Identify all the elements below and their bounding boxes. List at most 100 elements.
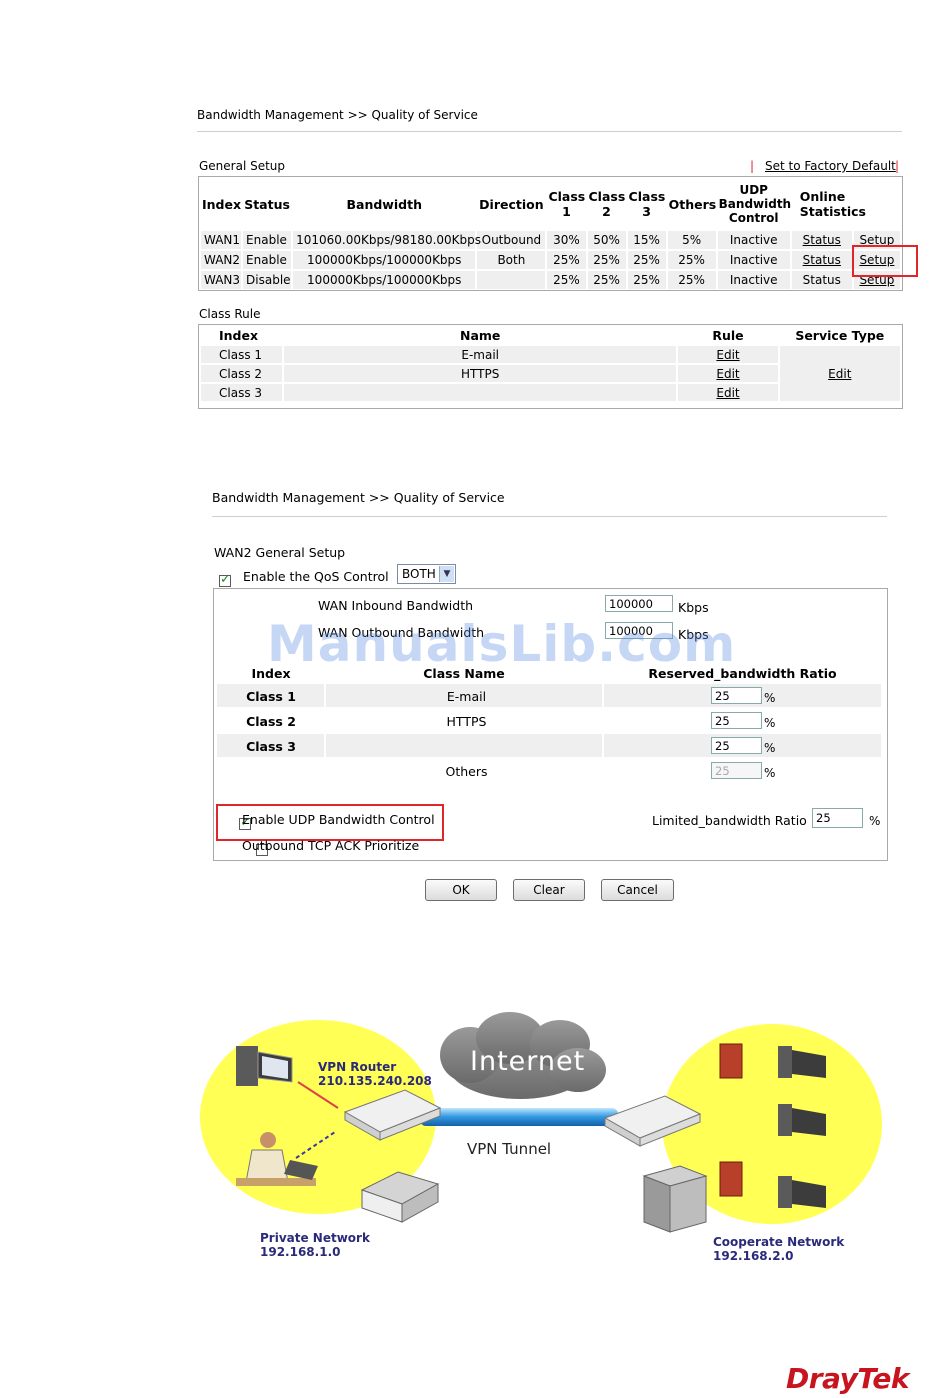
row-class2: 25% xyxy=(593,253,620,267)
class-name: HTTPS xyxy=(446,714,487,729)
factory-default-link[interactable]: Set to Factory Default xyxy=(765,159,896,173)
cooperate-network-label: Cooperate Network xyxy=(713,1235,845,1249)
col-index: Index xyxy=(202,196,242,212)
separator: | xyxy=(895,159,900,173)
row-class3: 15% xyxy=(633,233,660,247)
server-icon xyxy=(719,1161,743,1197)
col-name: Name xyxy=(459,328,501,343)
table-row: WAN1 Enable 101060.00Kbps/98180.00Kbps O… xyxy=(201,231,900,249)
limited-ratio-input[interactable] xyxy=(812,808,863,828)
class-name xyxy=(284,384,677,401)
row-class1: 25% xyxy=(553,273,580,287)
class-row-bg xyxy=(326,734,602,757)
watermark: ManualsLib.com xyxy=(267,615,737,673)
separator: | xyxy=(750,159,755,173)
percent-sign: % xyxy=(869,814,881,828)
col-class2: Class 2 xyxy=(588,189,626,219)
percent-sign: % xyxy=(764,691,776,705)
class-ratio-input[interactable] xyxy=(711,687,762,704)
class-rule-table: Index Name Rule Service Type Class 1 E-m… xyxy=(198,324,903,409)
col-online-statistics: Online Statistics xyxy=(799,189,866,219)
table-header-row: Index Status Bandwidth Direction Class 1… xyxy=(201,179,900,229)
breadcrumb: Bandwidth Management >> Quality of Servi… xyxy=(212,490,505,505)
highlight-box xyxy=(852,245,918,277)
table-row: WAN2 Enable 100000Kbps/100000Kbps Both 2… xyxy=(201,251,900,269)
percent-sign: % xyxy=(764,766,776,780)
general-setup-title: General Setup xyxy=(199,159,286,173)
row-class3: 25% xyxy=(633,273,660,287)
cancel-button[interactable]: Cancel xyxy=(601,879,674,901)
vpn-tunnel-label: VPN Tunnel xyxy=(467,1140,552,1158)
rule-edit-link[interactable]: Edit xyxy=(678,384,777,401)
col-class1: Class 1 xyxy=(548,189,586,219)
col-index: Index xyxy=(219,328,259,343)
row-bandwidth: 100000Kbps/100000Kbps xyxy=(307,273,462,287)
class-index: Class 1 xyxy=(219,347,263,362)
class-ratio-input[interactable] xyxy=(711,737,762,754)
class-index: Class 3 xyxy=(219,385,263,400)
service-type-cell: Edit xyxy=(779,346,900,401)
rule-edit-link[interactable]: Edit xyxy=(678,365,777,382)
chevron-down-icon: ▼ xyxy=(439,566,454,582)
class-name: HTTPS xyxy=(461,366,500,381)
clear-button[interactable]: Clear xyxy=(513,879,585,901)
server-icon xyxy=(719,1043,743,1079)
row-others: 25% xyxy=(678,273,705,287)
direction-select[interactable]: BOTH ▼ xyxy=(397,564,456,584)
others-ratio-input xyxy=(711,762,762,779)
table-header-row: Index Name Rule Service Type xyxy=(201,327,900,344)
status-link[interactable]: Status xyxy=(792,251,852,269)
row-others: 5% xyxy=(682,233,702,247)
server-rack-icon xyxy=(642,1165,708,1233)
status-link[interactable]: Status xyxy=(792,231,852,249)
row-class2: 50% xyxy=(593,233,620,247)
enable-qos-checkbox[interactable] xyxy=(219,572,231,587)
inbound-unit: Kbps xyxy=(678,600,709,615)
col-others: Others xyxy=(668,196,717,212)
row-index: WAN3 xyxy=(204,273,241,287)
row-index: WAN1 xyxy=(204,233,241,247)
row-udp: Inactive xyxy=(729,273,778,287)
row-status: Enable xyxy=(246,233,287,247)
row-index: WAN2 xyxy=(204,253,241,267)
row-direction xyxy=(477,271,545,289)
row-class2: 25% xyxy=(593,273,620,287)
class-ratio-input[interactable] xyxy=(711,712,762,729)
direction-select-value: BOTH xyxy=(402,567,436,581)
highlight-box xyxy=(216,804,444,841)
wan2-setup-title: WAN2 General Setup xyxy=(214,545,346,560)
service-type-edit-link[interactable]: Edit xyxy=(828,367,851,381)
inbound-bandwidth-input[interactable] xyxy=(605,595,673,612)
class-index: Class 2 xyxy=(246,714,296,729)
row-status: Enable xyxy=(246,253,287,267)
row-direction: Outbound xyxy=(481,233,542,247)
inbound-label: WAN Inbound Bandwidth xyxy=(318,598,474,613)
limited-ratio-label: Limited_bandwidth Ratio xyxy=(652,813,807,828)
breadcrumb: Bandwidth Management >> Quality of Servi… xyxy=(197,108,478,122)
rule-edit-link[interactable]: Edit xyxy=(678,346,777,363)
cooperate-network-ip: 192.168.2.0 xyxy=(713,1249,794,1263)
tcp-ack-label: Outbound TCP ACK Prioritize xyxy=(242,838,420,853)
col-udp: UDP Bandwidth Control xyxy=(718,183,792,225)
row-direction: Both xyxy=(497,253,526,267)
others-label: Others xyxy=(445,764,488,779)
vpn-router-label: VPN Router xyxy=(318,1060,397,1074)
ok-button[interactable]: OK xyxy=(425,879,497,901)
col-bandwidth: Bandwidth xyxy=(346,196,422,212)
percent-sign: % xyxy=(764,741,776,755)
status-text: Status xyxy=(802,273,841,287)
internet-label: Internet xyxy=(470,1046,586,1077)
general-setup-table: Index Status Bandwidth Direction Class 1… xyxy=(198,176,903,291)
row-udp: Inactive xyxy=(729,233,778,247)
class-index: Class 3 xyxy=(246,739,296,754)
col-rule: Rule xyxy=(712,328,744,343)
col-direction: Direction xyxy=(479,196,544,212)
divider xyxy=(212,516,887,517)
table-row: Class 1 E-mail Edit Edit xyxy=(201,346,900,401)
vpn-tunnel-pipe xyxy=(420,1108,618,1126)
vpn-router-ip: 210.135.240.208 xyxy=(318,1074,432,1088)
row-class1: 25% xyxy=(553,253,580,267)
private-network-label: Private Network xyxy=(260,1231,370,1245)
col-status: Status xyxy=(244,196,290,212)
col-service-type: Service Type xyxy=(795,328,885,343)
